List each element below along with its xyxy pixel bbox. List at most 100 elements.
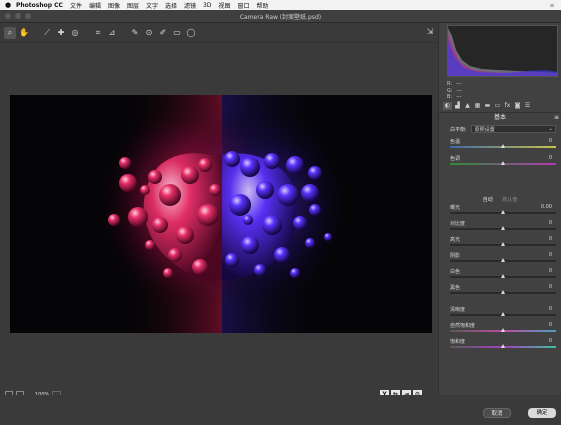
apple-icon[interactable]: ● (0, 0, 16, 10)
tab-detail-icon[interactable]: ▲ (463, 102, 472, 110)
slider-thumb[interactable] (500, 344, 505, 348)
slider-value[interactable]: 0 (549, 284, 552, 290)
slider-label: 曝光 (450, 205, 461, 211)
auto-default-row: 自动 默认值 (439, 196, 561, 203)
menu-item-3d[interactable]: 3D (203, 2, 211, 9)
slider-value[interactable]: 0 (549, 322, 552, 328)
slider-value[interactable]: 0 (549, 155, 552, 161)
slider-value[interactable]: 0 (549, 338, 552, 344)
spot-removal-icon[interactable]: ✎ (129, 27, 141, 39)
b-label: B: (447, 94, 453, 100)
menu-item-filter[interactable]: 滤镜 (184, 1, 196, 10)
slider-value[interactable]: 0 (549, 252, 552, 258)
rgb-readout: R: --- G: --- B: --- (447, 81, 462, 101)
slider-label: 色温 (450, 139, 461, 145)
menu-item-window[interactable]: 窗口 (238, 1, 250, 10)
adjustments-panel: R: --- G: --- B: --- ◐ ▟ ▲ ▦ ▬ ▭ fx ◙ ☰ 基本 … (438, 23, 561, 395)
menu-item-edit[interactable]: 编辑 (89, 1, 101, 10)
ok-button[interactable]: 确定 (528, 408, 556, 418)
slider-label: 阴影 (450, 253, 461, 259)
panel-title: 基本 (493, 114, 506, 121)
slider-thumb[interactable] (500, 290, 505, 294)
default-button[interactable]: 默认值 (502, 197, 517, 203)
chevron-down-icon: ⌄ (548, 126, 553, 132)
straighten-tool-icon[interactable]: ⊿ (106, 27, 118, 39)
slider-label: 白色 (450, 269, 461, 275)
menu-bar: ● Photoshop CC 文件 编辑 图像 图层 文字 选择 滤镜 3D 视… (0, 0, 561, 10)
slider-value[interactable]: 0 (549, 138, 552, 144)
b-value: --- (456, 94, 462, 100)
slider-thumb[interactable] (500, 242, 505, 246)
crop-tool-icon[interactable]: ⌗ (92, 27, 104, 39)
slider-value[interactable]: 0.00 (541, 204, 552, 210)
slider-value[interactable]: 0 (549, 268, 552, 274)
white-balance-tool-icon[interactable]: ⟋ (41, 27, 53, 39)
slider-value[interactable]: 0 (549, 236, 552, 242)
color-sampler-icon[interactable]: ✚ (55, 27, 67, 39)
tab-tone-curve-icon[interactable]: ▟ (453, 102, 462, 110)
slider-thumb[interactable] (500, 161, 505, 165)
tab-hsl-icon[interactable]: ▦ (473, 102, 482, 110)
menu-item-help[interactable]: 帮助 (257, 1, 269, 10)
slider-label: 清晰度 (450, 307, 466, 313)
panel-menu-icon[interactable]: ≡ (554, 113, 559, 123)
targeted-adjustment-icon[interactable]: ◎ (69, 27, 81, 39)
window-title-bar: Camera Raw (封案壁纸.psd) (0, 10, 561, 23)
white-balance-select[interactable]: 原照设置 ⌄ (470, 125, 556, 133)
hand-tool-icon[interactable]: ✋ (18, 27, 30, 39)
window-title: Camera Raw (封案壁纸.psd) (239, 14, 322, 21)
menu-item-image[interactable]: 图像 (108, 1, 120, 10)
panel-header: 基本 ≡ (439, 112, 561, 122)
open-preferences-icon[interactable]: ⇲ (424, 27, 436, 38)
tab-split-toning-icon[interactable]: ▬ (483, 102, 492, 110)
image-canvas-area[interactable] (0, 43, 438, 403)
preview-image (10, 95, 432, 333)
slider-highlights: 高光 0 (450, 236, 560, 250)
auto-button[interactable]: 自动 (483, 197, 493, 203)
cancel-button[interactable]: 取消 (483, 408, 511, 418)
menu-extra-icon[interactable]: ≡ (543, 2, 561, 9)
tab-fx-icon[interactable]: fx (503, 102, 512, 110)
tab-lens-icon[interactable]: ▭ (493, 102, 502, 110)
slider-label: 对比度 (450, 221, 466, 227)
slider-shadows: 阴影 0 (450, 252, 560, 266)
menu-item-select[interactable]: 选择 (165, 1, 177, 10)
slider-label: 自然饱和度 (450, 323, 476, 329)
menu-app-name[interactable]: Photoshop CC (16, 2, 63, 9)
radial-filter-icon[interactable]: ◯ (185, 27, 197, 39)
tab-basic-icon[interactable]: ◐ (443, 102, 452, 110)
red-eye-icon[interactable]: ⊙ (143, 27, 155, 39)
tool-bar: ⌕ ✋ ⟋ ✚ ◎ ⌗ ⊿ ✎ ⊙ ✐ ▭ ◯ ⇲ (0, 23, 438, 43)
slider-thumb[interactable] (500, 258, 505, 262)
menu-item-type[interactable]: 文字 (146, 1, 158, 10)
liquid-bubbles-artwork (10, 95, 432, 333)
histogram-graph (448, 28, 557, 76)
adjustment-brush-icon[interactable]: ✐ (157, 27, 169, 39)
slider-thumb[interactable] (500, 144, 505, 148)
slider-label: 黑色 (450, 285, 461, 291)
slider-exposure: 曝光 0.00 (450, 204, 560, 218)
slider-value[interactable]: 0 (549, 220, 552, 226)
white-balance-row: 白平衡: 原照设置 ⌄ (450, 124, 560, 134)
slider-thumb[interactable] (500, 312, 505, 316)
slider-clarity: 清晰度 0 (450, 306, 560, 320)
slider-contrast: 对比度 0 (450, 220, 560, 234)
zoom-tool-icon[interactable]: ⌕ (4, 26, 16, 39)
slider-value[interactable]: 0 (549, 306, 552, 312)
tab-presets-icon[interactable]: ☰ (523, 102, 532, 110)
slider-temperature: 色温 0 (450, 138, 560, 152)
graduated-filter-icon[interactable]: ▭ (171, 27, 183, 39)
tab-camera-calibration-icon[interactable]: ◙ (513, 102, 522, 110)
menu-item-layer[interactable]: 图层 (127, 1, 139, 10)
slider-saturation: 饱和度 0 (450, 338, 560, 352)
slider-thumb[interactable] (500, 274, 505, 278)
panel-tabs: ◐ ▟ ▲ ▦ ▬ ▭ fx ◙ ☰ (441, 101, 560, 111)
menu-item-file[interactable]: 文件 (70, 1, 82, 10)
slider-thumb[interactable] (500, 226, 505, 230)
menu-item-view[interactable]: 视图 (218, 1, 230, 10)
white-balance-label: 白平衡: (450, 126, 467, 133)
preview-pane: ⌕ ✋ ⟋ ✚ ◎ ⌗ ⊿ ✎ ⊙ ✐ ▭ ◯ ⇲ (0, 23, 438, 425)
slider-thumb[interactable] (500, 210, 505, 214)
histogram (447, 25, 558, 77)
slider-thumb[interactable] (500, 328, 505, 332)
